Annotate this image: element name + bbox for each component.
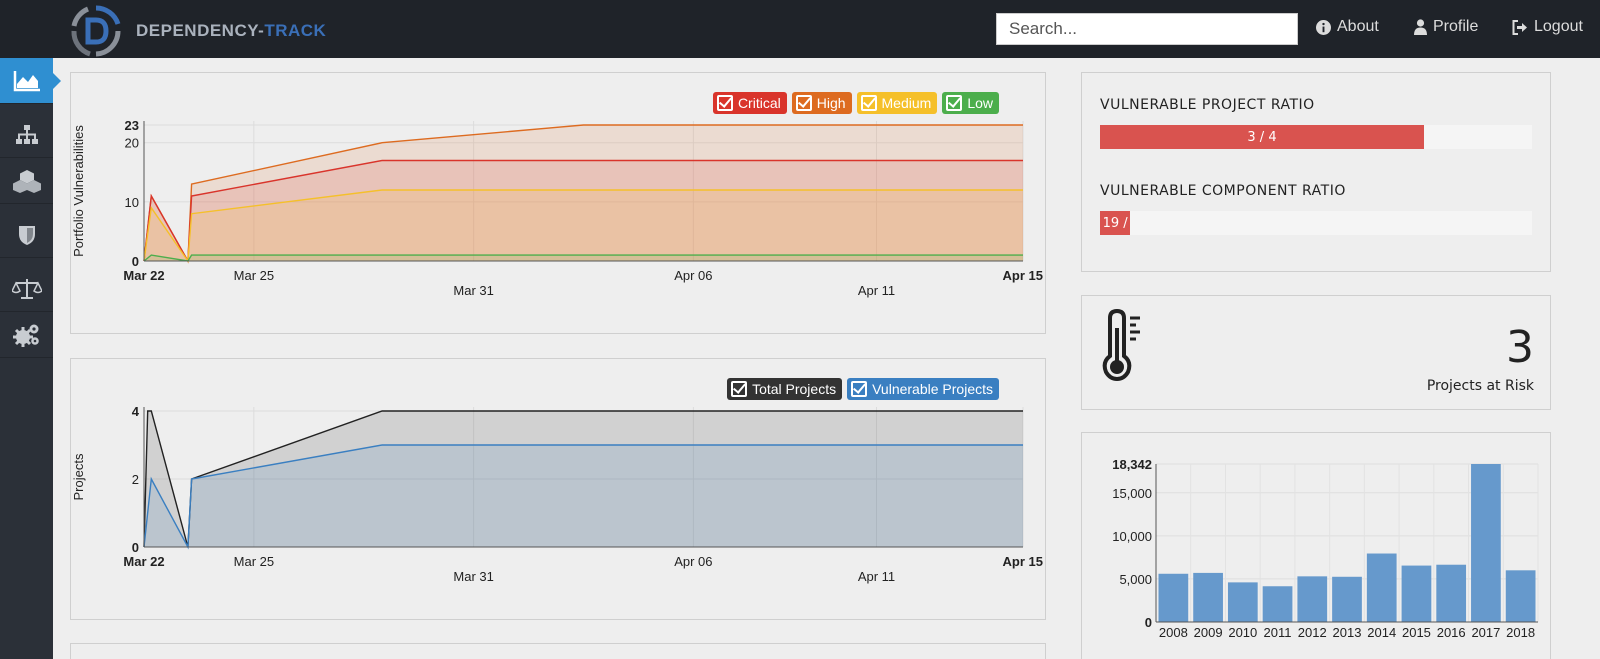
vulnerable-component-ratio-bar: 19 / xyxy=(1100,211,1532,235)
vulnerable-component-ratio-fill: 19 / xyxy=(1100,211,1131,235)
cogs-icon xyxy=(12,324,39,347)
top-navbar: DEPENDENCY-TRACK About Profile Logout xyxy=(0,0,1600,58)
vulnerabilities-by-year-chart: 0 5,000 10,000 15,000 18,342 2008 2009 2010 2011… xyxy=(1112,457,1539,640)
x-tick-label: Mar 22 xyxy=(123,268,164,283)
bar-2010 xyxy=(1227,582,1258,622)
y-tick-label: 10 xyxy=(125,195,139,210)
brand-text-part2: TRACK xyxy=(264,21,327,40)
about-link[interactable]: About xyxy=(1316,18,1379,36)
sitemap-icon xyxy=(15,124,38,144)
x-tick-label: Apr 11 xyxy=(858,569,895,584)
y-tick-label: 0 xyxy=(1145,615,1152,630)
profile-label: Profile xyxy=(1433,18,1479,35)
x-tick-label: 2010 xyxy=(1228,625,1257,640)
vulnerable-component-ratio-title: VULNERABLE COMPONENT RATIO xyxy=(1100,183,1346,199)
x-tick-label: 2009 xyxy=(1194,625,1223,640)
next-panel xyxy=(70,643,1046,659)
balance-scale-icon xyxy=(11,278,42,299)
x-tick-label: Apr 06 xyxy=(674,554,712,569)
projects-panel: Total Projects Vulnerable Projects 0 2 4 Ma… xyxy=(70,358,1046,620)
vulnerable-project-ratio-fill: 3 / 4 xyxy=(1100,125,1424,149)
y-tick-label: 20 xyxy=(125,136,139,151)
user-icon xyxy=(1414,19,1427,35)
brand-title[interactable]: DEPENDENCY-TRACK xyxy=(136,21,326,41)
x-tick-label: 2012 xyxy=(1298,625,1327,640)
x-tick-label: Apr 15 xyxy=(1003,268,1043,283)
sidebar-item-administration[interactable] xyxy=(0,312,53,358)
series-area-low xyxy=(144,255,1023,261)
x-tick-label: Mar 31 xyxy=(453,569,493,584)
x-tick-label: Apr 15 xyxy=(1003,554,1043,569)
portfolio-vulnerabilities-chart: 0 10 20 23 Mar 22 Mar 25 Mar 31 Apr 06 Apr 11 Apr… xyxy=(71,118,1043,298)
brand-text-part1: DEPENDENCY- xyxy=(136,21,265,40)
x-tick-label: Apr 11 xyxy=(858,283,895,298)
bar-2018 xyxy=(1505,570,1536,622)
sign-out-icon xyxy=(1512,19,1527,35)
vulnerable-project-ratio-title: VULNERABLE PROJECT RATIO xyxy=(1100,97,1315,113)
projects-chart: 0 2 4 Mar 22 Mar 25 Mar 31 Apr 06 Apr 11 Apr 15 P… xyxy=(71,404,1043,584)
cubes-icon xyxy=(12,169,41,193)
logout-label: Logout xyxy=(1534,18,1583,35)
y-tick-label: 0 xyxy=(132,540,139,555)
portfolio-vulnerabilities-panel: Critical High Medium Low 0 10 20 23 Mar 22 Ma… xyxy=(70,72,1046,334)
projects-at-risk-count: 3 xyxy=(1506,322,1534,373)
projects-at-risk-label: Projects at Risk xyxy=(1426,378,1534,394)
sidebar-item-dashboard[interactable] xyxy=(0,58,61,104)
vulnerabilities-by-year-panel: 0 5,000 10,000 15,000 18,342 2008 2009 2010 2011… xyxy=(1081,432,1551,659)
y-tick-label: 4 xyxy=(132,404,140,419)
area-chart-icon xyxy=(13,70,40,91)
bar-2009 xyxy=(1193,572,1223,622)
y-tick-label: 2 xyxy=(132,472,139,487)
bar-2008 xyxy=(1158,573,1189,622)
projects-at-risk-panel: 3 Projects at Risk xyxy=(1081,295,1551,410)
y-axis-label: Projects xyxy=(71,453,86,500)
search-input[interactable] xyxy=(996,13,1298,45)
y-tick-label: 23 xyxy=(125,118,139,133)
y-tick-label: 5,000 xyxy=(1119,572,1152,587)
x-tick-label: Mar 25 xyxy=(234,554,274,569)
info-circle-icon xyxy=(1316,19,1331,35)
ratios-panel: VULNERABLE PROJECT RATIO 3 / 4 VULNERABL… xyxy=(1081,72,1551,272)
x-tick-label: 2011 xyxy=(1264,625,1292,640)
y-tick-label: 15,000 xyxy=(1112,486,1152,501)
y-tick-label: 18,342 xyxy=(1112,457,1152,472)
x-tick-label: 2018 xyxy=(1506,625,1535,640)
sidebar xyxy=(0,58,61,659)
vulnerable-project-ratio-bar: 3 / 4 xyxy=(1100,125,1532,149)
dependency-track-logo-icon[interactable] xyxy=(68,4,124,58)
thermometer-icon xyxy=(1102,308,1140,382)
profile-link[interactable]: Profile xyxy=(1414,18,1478,36)
x-tick-label: Mar 22 xyxy=(123,554,164,569)
y-tick-label: 0 xyxy=(132,254,139,269)
y-axis-label: Portfolio Vulnerabilities xyxy=(71,125,86,257)
sidebar-item-projects[interactable] xyxy=(0,112,53,158)
sidebar-item-components[interactable] xyxy=(0,158,53,204)
x-tick-label: 2014 xyxy=(1367,625,1396,640)
about-label: About xyxy=(1337,18,1379,35)
shield-icon xyxy=(18,225,35,245)
sidebar-item-vulnerabilities[interactable] xyxy=(0,212,53,258)
logout-link[interactable]: Logout xyxy=(1512,18,1583,36)
bar-2013 xyxy=(1332,576,1362,622)
x-tick-label: 2013 xyxy=(1333,625,1362,640)
bar-2012 xyxy=(1297,576,1328,622)
x-tick-label: 2015 xyxy=(1402,625,1431,640)
bar-2017 xyxy=(1471,464,1501,622)
bar-2016 xyxy=(1436,564,1467,622)
x-tick-label: 2017 xyxy=(1471,625,1500,640)
y-tick-label: 10,000 xyxy=(1112,529,1152,544)
bar-2015 xyxy=(1401,565,1432,622)
x-tick-label: 2008 xyxy=(1159,625,1188,640)
x-tick-label: 2016 xyxy=(1437,625,1466,640)
sidebar-item-licenses[interactable] xyxy=(0,266,53,312)
bar-2014 xyxy=(1366,553,1397,622)
x-tick-label: Mar 31 xyxy=(453,283,493,298)
bar-2011 xyxy=(1262,586,1293,622)
x-tick-label: Mar 25 xyxy=(234,268,274,283)
x-tick-label: Apr 06 xyxy=(674,268,712,283)
